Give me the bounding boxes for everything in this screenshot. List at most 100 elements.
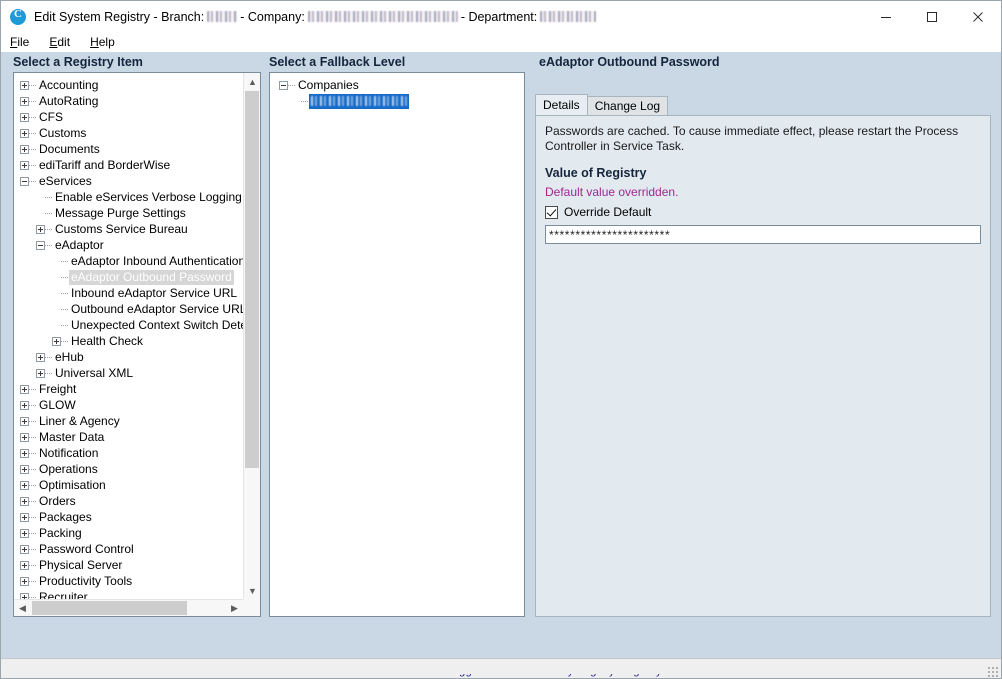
registry-tree-node-label: Health Check	[69, 334, 145, 349]
registry-tree-node[interactable]: Accounting	[14, 77, 243, 93]
expand-node-icon[interactable]	[20, 161, 29, 170]
expand-node-icon[interactable]	[20, 577, 29, 586]
registry-tree-node[interactable]: Customs	[14, 125, 243, 141]
expand-node-icon[interactable]	[20, 385, 29, 394]
registry-tree-node-label: eAdaptor Inbound Authentications	[69, 254, 243, 269]
expand-node-icon[interactable]	[20, 145, 29, 154]
fallback-node-selected-company[interactable]	[270, 93, 524, 109]
registry-tree-vscroll-thumb[interactable]	[245, 91, 259, 468]
registry-tree-node[interactable]: Documents	[14, 141, 243, 157]
collapse-companies-icon[interactable]	[279, 81, 288, 90]
collapse-node-icon[interactable]	[20, 177, 29, 186]
expand-node-icon[interactable]	[36, 353, 45, 362]
registry-tree-node[interactable]: Master Data	[14, 429, 243, 445]
registry-tree-node[interactable]: Recruiter	[14, 589, 243, 599]
expand-node-icon[interactable]	[20, 401, 29, 410]
expand-node-icon[interactable]	[20, 433, 29, 442]
expand-node-icon[interactable]	[20, 561, 29, 570]
registry-tree[interactable]: AccountingAutoRatingCFSCustomsDocumentse…	[13, 72, 261, 617]
registry-tree-node[interactable]: eAdaptor Outbound Password	[14, 269, 243, 285]
registry-tree-node[interactable]: Inbound eAdaptor Service URL	[14, 285, 243, 301]
menu-item-help[interactable]: Help	[90, 35, 115, 49]
tree-connector	[29, 117, 36, 118]
value-of-registry-heading: Value of Registry	[545, 166, 981, 180]
tree-connector	[45, 245, 52, 246]
tab-change-log[interactable]: Change Log	[587, 96, 668, 115]
tree-connector	[45, 197, 52, 198]
registry-tree-node[interactable]: AutoRating	[14, 93, 243, 109]
fallback-tree[interactable]: Companies	[269, 72, 525, 617]
expand-node-icon[interactable]	[20, 497, 29, 506]
password-input[interactable]	[545, 225, 981, 244]
expand-node-icon[interactable]	[20, 113, 29, 122]
scroll-left-icon[interactable]: ◀	[14, 600, 31, 617]
maximize-button[interactable]	[909, 1, 955, 32]
registry-tree-viewport: AccountingAutoRatingCFSCustomsDocumentse…	[14, 73, 243, 599]
override-default-checkbox[interactable]	[545, 206, 558, 219]
window-title-prefix: Edit System Registry - Branch:	[34, 10, 204, 24]
expand-node-icon[interactable]	[36, 369, 45, 378]
expand-node-icon[interactable]	[20, 129, 29, 138]
registry-tree-node[interactable]: Health Check	[14, 333, 243, 349]
scroll-down-icon[interactable]: ▼	[244, 582, 261, 599]
tree-connector	[288, 85, 295, 86]
registry-tree-node-label: Recruiter	[37, 590, 90, 600]
registry-tree-node[interactable]: ediTariff and BorderWise	[14, 157, 243, 173]
expand-node-icon[interactable]	[20, 481, 29, 490]
collapse-node-icon[interactable]	[36, 241, 45, 250]
close-button[interactable]	[955, 1, 1001, 32]
registry-tree-node-label: Password Control	[37, 542, 136, 557]
expand-node-icon[interactable]	[52, 337, 61, 346]
expand-node-icon[interactable]	[20, 513, 29, 522]
registry-tree-hscroll-thumb[interactable]	[32, 601, 187, 615]
registry-tree-node[interactable]: Liner & Agency	[14, 413, 243, 429]
branch-value-redacted	[207, 11, 237, 22]
registry-tree-node[interactable]: eServices	[14, 173, 243, 189]
registry-tree-node[interactable]: Notification	[14, 445, 243, 461]
override-default-row[interactable]: Override Default	[545, 205, 981, 219]
registry-tree-node[interactable]: Enable eServices Verbose Logging	[14, 189, 243, 205]
expand-node-icon[interactable]	[20, 545, 29, 554]
registry-tree-node[interactable]: eAdaptor Inbound Authentications	[14, 253, 243, 269]
registry-tree-node[interactable]: Outbound eAdaptor Service URL	[14, 301, 243, 317]
registry-tree-node[interactable]: Packing	[14, 525, 243, 541]
expand-node-icon[interactable]	[20, 417, 29, 426]
registry-tree-node[interactable]: Unexpected Context Switch Detect	[14, 317, 243, 333]
expand-node-icon[interactable]	[20, 529, 29, 538]
registry-tree-node[interactable]: Operations	[14, 461, 243, 477]
expand-node-icon[interactable]	[20, 81, 29, 90]
registry-tree-node[interactable]: Customs Service Bureau	[14, 221, 243, 237]
expand-node-icon[interactable]	[20, 465, 29, 474]
fallback-node-label: Companies	[296, 78, 361, 93]
footer-bar: Save Close	[1, 621, 1001, 658]
registry-tree-node[interactable]: Password Control	[14, 541, 243, 557]
fallback-node-companies[interactable]: Companies	[270, 77, 524, 93]
expand-node-icon[interactable]	[36, 225, 45, 234]
tree-connector	[29, 549, 36, 550]
registry-tree-node[interactable]: Packages	[14, 509, 243, 525]
registry-tree-node[interactable]: eHub	[14, 349, 243, 365]
scroll-up-icon[interactable]: ▲	[244, 73, 261, 90]
registry-tree-node[interactable]: Universal XML	[14, 365, 243, 381]
registry-panel-heading: Select a Registry Item	[13, 55, 143, 69]
registry-tree-node[interactable]: Optimisation	[14, 477, 243, 493]
tree-indent-spacer	[52, 305, 61, 314]
expand-node-icon[interactable]	[20, 97, 29, 106]
minimize-button[interactable]	[863, 1, 909, 32]
registry-tree-node[interactable]: CFS	[14, 109, 243, 125]
tab-details[interactable]: Details	[535, 94, 588, 115]
tree-connector	[61, 261, 68, 262]
menu-item-file[interactable]: File	[10, 35, 29, 49]
scroll-right-icon[interactable]: ▶	[226, 600, 243, 617]
registry-tree-hscrollbar[interactable]: ◀ ▶	[14, 599, 243, 616]
registry-tree-node[interactable]: eAdaptor	[14, 237, 243, 253]
expand-node-icon[interactable]	[20, 449, 29, 458]
registry-tree-node[interactable]: Productivity Tools	[14, 573, 243, 589]
registry-tree-node[interactable]: Message Purge Settings	[14, 205, 243, 221]
registry-tree-node[interactable]: Physical Server	[14, 557, 243, 573]
menu-item-edit[interactable]: Edit	[49, 35, 70, 49]
registry-tree-node[interactable]: Freight	[14, 381, 243, 397]
registry-tree-node[interactable]: Orders	[14, 493, 243, 509]
registry-tree-node[interactable]: GLOW	[14, 397, 243, 413]
registry-tree-vscrollbar[interactable]: ▲ ▼	[243, 73, 260, 599]
